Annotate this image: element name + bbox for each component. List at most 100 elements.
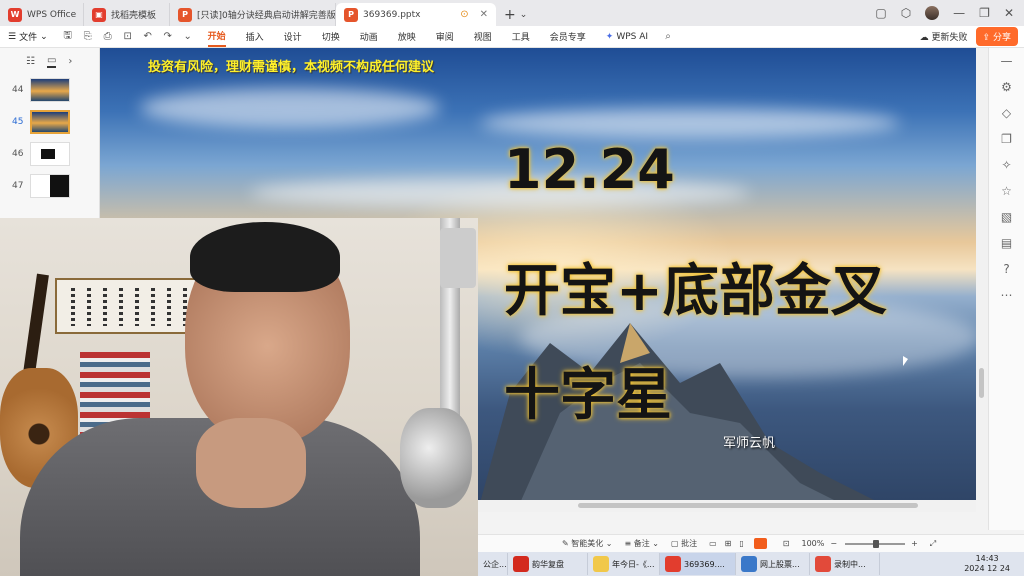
- beautify-button[interactable]: ✎ 智能美化 ⌄: [562, 538, 613, 549]
- export-icon[interactable]: ⎘: [78, 31, 98, 42]
- image-icon[interactable]: ▧: [998, 210, 1016, 226]
- reading-view-icon[interactable]: ▯: [739, 539, 743, 548]
- adjust-icon[interactable]: ⚙: [998, 80, 1016, 96]
- slide-thumbnail-image: [30, 110, 70, 134]
- menu-member[interactable]: 会员专享: [550, 27, 586, 46]
- menu-design[interactable]: 设计: [284, 27, 302, 46]
- tab-wps-office[interactable]: W WPS Office: [0, 3, 84, 26]
- close-tab-icon[interactable]: ✕: [480, 9, 488, 20]
- cloud-decoration: [140, 88, 440, 128]
- more-chevron-icon[interactable]: ⌄: [178, 31, 198, 42]
- more-icon[interactable]: ⋯: [998, 288, 1016, 304]
- menu-transition[interactable]: 切换: [322, 27, 340, 46]
- slide-date-title: 12.24: [504, 138, 675, 201]
- hamburger-icon: ☰: [8, 31, 17, 42]
- thumbnail-item[interactable]: 44: [0, 74, 99, 106]
- grid-view-icon[interactable]: ⊞: [725, 539, 732, 548]
- author-signature: 军师云帆: [723, 436, 776, 451]
- shape-icon[interactable]: ◇: [998, 106, 1016, 122]
- collapse-icon[interactable]: —: [998, 54, 1016, 70]
- thumbnail-item[interactable]: 46: [0, 138, 99, 170]
- print-icon[interactable]: ⎙: [98, 31, 118, 42]
- help-icon[interactable]: ?: [998, 262, 1016, 278]
- magic-icon[interactable]: ✧: [998, 158, 1016, 174]
- avatar[interactable]: [925, 6, 940, 20]
- app-icon: [513, 556, 529, 572]
- play-slideshow-button[interactable]: [753, 538, 767, 549]
- minimize-icon[interactable]: —: [953, 6, 965, 20]
- collapse-arrow-icon[interactable]: ›: [68, 56, 72, 67]
- menu-home[interactable]: 开始: [207, 26, 226, 47]
- taskbar-item-active[interactable]: 369369....: [660, 553, 736, 575]
- copy-icon[interactable]: ❐: [998, 132, 1016, 148]
- cube-icon[interactable]: ⬡: [901, 6, 911, 20]
- taskbar-label: 公企...: [483, 559, 507, 569]
- scroll-thumb[interactable]: [578, 503, 918, 508]
- zoom-slider[interactable]: [845, 539, 906, 548]
- slide-number: 44: [12, 85, 24, 95]
- horizontal-scrollbar[interactable]: [478, 500, 976, 512]
- preview-icon[interactable]: ⊡: [118, 31, 138, 42]
- thumbnail-item-selected[interactable]: 45: [0, 106, 99, 138]
- book-icon[interactable]: ▤: [998, 236, 1016, 252]
- search-icon[interactable]: ⌕: [658, 31, 678, 42]
- thumb-pane-header: ☷ ▭ ›: [0, 48, 99, 74]
- ribbon-right: ☁ 更新失败 ⇪ 分享: [920, 27, 1024, 46]
- menu-tools[interactable]: 工具: [512, 27, 530, 46]
- notes-button[interactable]: ≡ 备注 ⌄: [625, 538, 660, 549]
- menu-view[interactable]: 视图: [474, 27, 492, 46]
- ai-icon: ✦: [605, 31, 614, 42]
- new-tab-button[interactable]: + ⌄: [496, 3, 535, 26]
- taskbar-label: 369369....: [684, 559, 725, 569]
- thumbnail-pane: ☷ ▭ › 44 45 46 47: [0, 48, 100, 218]
- share-icon: ⇪: [982, 33, 991, 43]
- zoom-slider-thumb[interactable]: [873, 539, 880, 548]
- vertical-scrollbar[interactable]: [976, 48, 988, 500]
- system-clock[interactable]: 14:43 2024 12 24: [964, 554, 1024, 574]
- slide-number: 45: [12, 117, 24, 127]
- calligraphy-scroll: [55, 278, 205, 334]
- menu-animation[interactable]: 动画: [360, 27, 378, 46]
- cloud-icon: ☁: [919, 33, 929, 43]
- wps-ai-button[interactable]: ✦ WPS AI: [606, 29, 648, 45]
- tab-docer[interactable]: ▣ 找稻壳模板: [84, 3, 170, 26]
- person-hand: [196, 418, 306, 508]
- menu-review[interactable]: 审阅: [436, 27, 454, 46]
- slide-view-icon[interactable]: ▭: [46, 55, 57, 68]
- file-menu[interactable]: ☰ 文件 ⌄: [8, 30, 48, 44]
- share-button[interactable]: ⇪ 分享: [975, 27, 1018, 46]
- taskbar-item[interactable]: 录制中...: [810, 553, 880, 575]
- taskbar-item[interactable]: 公企...: [478, 553, 508, 575]
- redo-icon[interactable]: ↷: [158, 31, 178, 42]
- tab-369369[interactable]: P 369369.pptx ⊙ ✕: [336, 3, 496, 26]
- slide-headline: 开宝+底部金叉: [504, 259, 887, 324]
- mic-mount: [440, 228, 476, 288]
- chevron-down-icon: ⌄: [40, 31, 48, 42]
- unsaved-dot-icon: ⊙: [460, 9, 469, 20]
- menu-insert[interactable]: 插入: [246, 27, 264, 46]
- taskbar-item[interactable]: 韵华复盘: [508, 553, 588, 575]
- menu-slideshow[interactable]: 放映: [398, 27, 416, 46]
- fit-icon[interactable]: ⊡: [783, 539, 790, 548]
- save-icon[interactable]: 🖫: [58, 28, 78, 45]
- normal-view-icon[interactable]: ▭: [709, 539, 717, 548]
- animation-icon[interactable]: ☆: [998, 184, 1016, 200]
- docer-logo-icon: ▣: [92, 7, 106, 22]
- scroll-thumb[interactable]: [979, 368, 984, 398]
- zoom-in-icon[interactable]: +: [911, 539, 918, 548]
- wps-icon: [665, 556, 681, 572]
- taskbar-item[interactable]: 网上股票...: [736, 553, 810, 575]
- thumbnail-item[interactable]: 47: [0, 170, 99, 202]
- tab-readonly-ppt[interactable]: P [只读]0轴分诀经典启动讲解完善版 by 军...: [170, 3, 336, 26]
- restore-icon[interactable]: ❐: [979, 6, 990, 20]
- taskbar-item[interactable]: 年今日-《...: [588, 553, 660, 575]
- update-status[interactable]: ☁ 更新失败: [920, 30, 968, 43]
- close-window-icon[interactable]: ✕: [1004, 6, 1014, 20]
- tile-icon[interactable]: ▢: [875, 6, 886, 20]
- comments-button[interactable]: ▢ 批注: [671, 538, 697, 549]
- outline-view-icon[interactable]: ☷: [26, 56, 35, 67]
- fullscreen-icon[interactable]: ⤢: [930, 539, 936, 549]
- zoom-out-icon[interactable]: −: [830, 539, 837, 548]
- zoom-level[interactable]: 100%: [801, 539, 824, 548]
- undo-icon[interactable]: ↶: [138, 31, 158, 42]
